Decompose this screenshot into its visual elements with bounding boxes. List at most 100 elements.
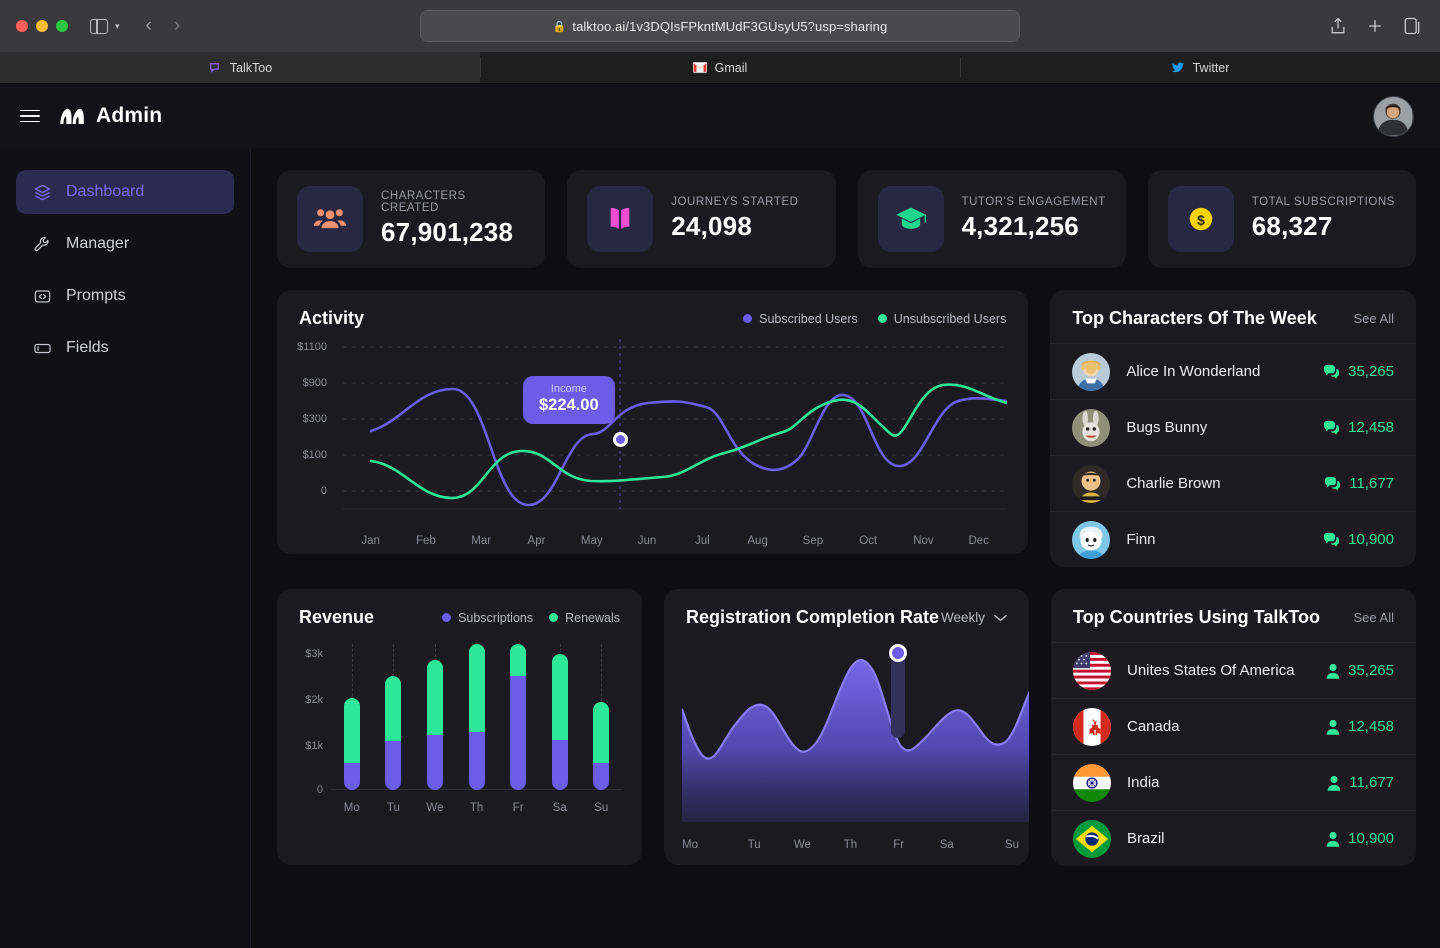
period-dropdown[interactable]: Weekly <box>941 610 1007 625</box>
country-count: 12,458 <box>1326 718 1394 735</box>
legend-dot <box>877 314 887 323</box>
x-tick-label: Feb <box>416 535 436 547</box>
registration-chart-panel: Registration Completion Rate Weekly Mo T… <box>664 589 1029 865</box>
user-icon <box>1326 719 1340 735</box>
sidebar-item-dashboard[interactable]: Dashboard <box>16 170 234 214</box>
x-tick-label: Su <box>594 802 609 814</box>
browser-tab-talktoo[interactable]: TalkToo <box>0 52 480 83</box>
activity-x-axis: Jan Feb Mar Apr May Jun Jul Aug Sep Oct … <box>343 535 1006 547</box>
activity-tooltip-marker[interactable] <box>613 432 628 447</box>
character-name: Alice In Wonderland <box>1126 363 1261 380</box>
count-value: 11,677 <box>1349 475 1394 492</box>
x-tick-label: Tu <box>747 839 761 851</box>
maximize-window-button[interactable] <box>56 20 68 32</box>
canada-flag <box>1073 707 1111 746</box>
x-tick-label: Nov <box>913 535 934 547</box>
character-name: Bugs Bunny <box>1126 419 1208 436</box>
legend-label: Unsubscribed Users <box>893 311 1007 326</box>
stat-label: JOURNEYS STARTED <box>671 196 799 208</box>
registration-area-chart <box>682 658 1029 822</box>
sidebar-item-manager[interactable]: Manager <box>16 222 234 266</box>
sidebar-item-prompts[interactable]: Prompts <box>16 274 234 318</box>
india-flag <box>1073 763 1111 802</box>
table-row[interactable]: India 11,677 <box>1051 754 1416 810</box>
bar-group-tu <box>373 644 415 790</box>
avatar[interactable] <box>1373 95 1414 137</box>
revenue-legend: Subscriptions Renewals <box>442 611 620 625</box>
x-tick-label: We <box>793 839 811 851</box>
count-value: 35,265 <box>1348 363 1394 380</box>
registration-highlight-bar[interactable] <box>891 653 905 738</box>
legend-item-subscribed-users: Subscribed Users <box>743 312 858 326</box>
new-tab-icon[interactable] <box>1365 16 1385 36</box>
y-tick-label: $300 <box>302 413 327 425</box>
hamburger-icon[interactable] <box>20 109 40 123</box>
see-all-characters-button[interactable]: See All <box>1354 311 1394 326</box>
sidebar: Dashboard Manager Prompts Fields <box>0 148 251 948</box>
main-content: CHARACTERS CREATED 67,901,238 JOURNEYS S… <box>251 148 1440 948</box>
close-window-button[interactable] <box>16 20 28 32</box>
y-tick-label: $3k <box>305 648 323 660</box>
table-row[interactable]: Alice In Wonderland 35,265 <box>1050 343 1416 399</box>
country-count: 11,677 <box>1327 774 1394 791</box>
character-count: 12,458 <box>1323 419 1394 436</box>
share-icon[interactable] <box>1328 16 1348 36</box>
app-topbar: Admin <box>0 84 1440 148</box>
x-tick-label: Mo <box>682 839 698 851</box>
avatar <box>1072 464 1111 503</box>
count-value: 10,900 <box>1348 531 1394 548</box>
chevron-down-icon <box>994 614 1007 621</box>
x-tick-label: Sa <box>939 839 954 851</box>
table-row[interactable]: Unites States Of America 35,265 <box>1051 642 1416 698</box>
chevron-down-icon[interactable]: ▾ <box>115 21 120 32</box>
user-icon <box>1326 663 1340 679</box>
x-tick-label: Tu <box>386 802 400 814</box>
dashboard-row-2: Revenue Subscriptions Renewals $3k $2k $… <box>277 589 1416 866</box>
x-tick-label: Jan <box>361 535 380 547</box>
show-tabs-icon[interactable] <box>1402 16 1422 36</box>
table-row[interactable]: Brazil 10,900 <box>1051 810 1416 866</box>
bar-group-mo <box>331 644 373 790</box>
brazil-flag <box>1073 819 1111 858</box>
stat-card-tutors-engagement: TUTOR'S ENGAGEMENT 4,321,256 <box>857 170 1126 268</box>
window-traffic-lights[interactable] <box>16 20 68 32</box>
x-tick-label: Su <box>1004 839 1019 851</box>
minimize-window-button[interactable] <box>36 20 48 32</box>
url-text: talktoo.ai/1v3DQIsFPkntMUdF3GUsyU5?usp=s… <box>572 18 888 34</box>
y-tick-label: $1100 <box>297 341 327 353</box>
bar-group-th <box>456 644 498 790</box>
registration-title: Registration Completion Rate <box>686 607 940 627</box>
table-row[interactable]: Finn 10,900 <box>1050 511 1416 567</box>
back-button[interactable]: ‹ <box>146 15 152 37</box>
y-tick-label: 0 <box>320 485 327 497</box>
tooltip-value: $224.00 <box>539 396 599 414</box>
browser-tab-twitter[interactable]: Twitter <box>960 52 1440 83</box>
avatar <box>1072 520 1111 559</box>
lock-icon: 🔒 <box>552 20 567 33</box>
table-row[interactable]: Canada 12,458 <box>1051 698 1416 754</box>
see-all-countries-button[interactable]: See All <box>1354 610 1394 625</box>
count-value: 12,458 <box>1348 419 1394 436</box>
people-group-icon <box>297 186 363 252</box>
gmail-icon <box>692 61 707 75</box>
talktoo-logo-icon <box>60 108 84 124</box>
table-row[interactable]: Bugs Bunny 12,458 <box>1050 399 1416 455</box>
stats-row: CHARACTERS CREATED 67,901,238 JOURNEYS S… <box>277 170 1416 268</box>
character-name: Finn <box>1126 531 1156 548</box>
y-tick-label: $2k <box>305 694 323 706</box>
country-count: 10,900 <box>1326 830 1394 847</box>
sidebar-toggle-icon[interactable] <box>90 18 108 34</box>
sidebar-item-fields[interactable]: Fields <box>16 326 234 370</box>
browser-tab-gmail[interactable]: Gmail <box>480 52 960 83</box>
legend-item-renewals: Renewals <box>549 611 620 625</box>
layers-icon <box>33 183 52 202</box>
table-row[interactable]: Charlie Brown 11,677 <box>1050 455 1416 511</box>
x-tick-label: Oct <box>859 535 878 547</box>
legend-dot <box>549 613 559 622</box>
x-tick-label: Aug <box>747 535 768 547</box>
url-bar[interactable]: 🔒 talktoo.ai/1v3DQIsFPkntMUdF3GUsyU5?usp… <box>420 10 1020 42</box>
y-tick-label: $100 <box>302 449 327 461</box>
registration-highlight-marker[interactable] <box>889 644 907 662</box>
stat-card-journeys-started: JOURNEYS STARTED 24,098 <box>567 170 836 268</box>
forward-button[interactable]: › <box>174 15 180 37</box>
